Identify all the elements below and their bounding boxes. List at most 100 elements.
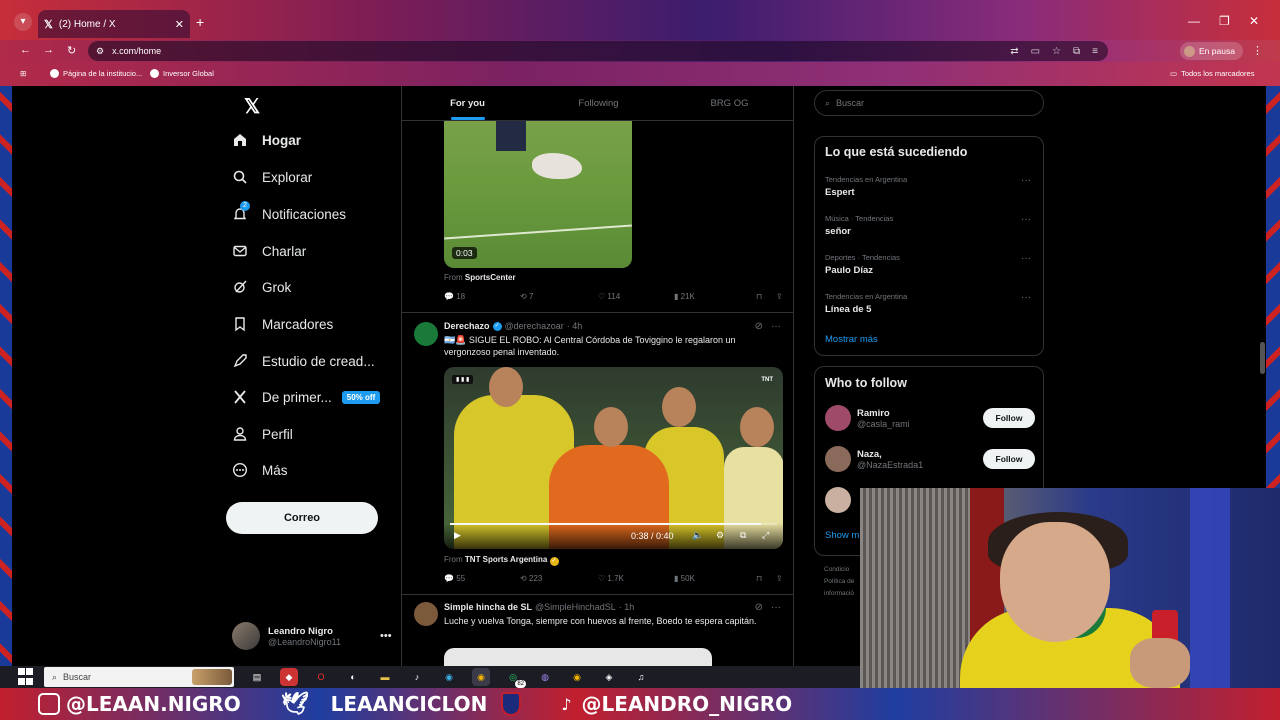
cast-icon[interactable]: ▭	[1031, 46, 1040, 57]
like-button[interactable]: ♡ 1.7K	[598, 574, 674, 583]
tweet-more-icon[interactable]: ···	[771, 321, 781, 332]
footer-link[interactable]: informació	[824, 588, 854, 600]
tweet-avatar[interactable]	[414, 322, 438, 346]
apps-icon[interactable]: ⊞	[20, 69, 26, 78]
tweet-author[interactable]: Derechazo	[444, 321, 490, 331]
task-view-icon[interactable]: ▤	[248, 668, 266, 686]
footer-link[interactable]: Política de	[824, 576, 854, 588]
app-icon[interactable]: ◐	[344, 668, 362, 686]
sidebar-item-more[interactable]: Más	[232, 462, 288, 478]
trend-more-icon[interactable]: ···	[1021, 214, 1031, 225]
play-icon[interactable]: ▶	[454, 530, 461, 541]
tweet-time[interactable]: · 4h	[567, 321, 583, 331]
trend-item[interactable]: Tendencias en Argentina Línea de 5 ···	[825, 292, 1035, 315]
sidebar-item-home[interactable]: Hogar	[232, 132, 301, 148]
settings-icon[interactable]: ⚙	[716, 530, 724, 541]
tweet-video[interactable]: 0:03	[444, 111, 632, 268]
tab-for-you[interactable]: For you	[402, 86, 533, 120]
trend-more-icon[interactable]: ···	[1021, 175, 1031, 186]
forward-icon[interactable]: →	[43, 44, 54, 56]
tweet-image[interactable]	[444, 648, 712, 666]
translate-icon[interactable]: ⇄	[1010, 46, 1018, 57]
profile-button[interactable]: En pausa	[1180, 42, 1243, 60]
windows-start-icon[interactable]	[18, 668, 36, 686]
tweet-more-icon[interactable]: ···	[771, 602, 781, 613]
volume-icon[interactable]: 🔈	[692, 530, 703, 541]
share-button[interactable]: ⇪	[776, 574, 783, 583]
pip-icon[interactable]: ⧉	[740, 530, 746, 541]
like-button[interactable]: ♡ 114	[598, 292, 674, 301]
sidebar-item-messages[interactable]: Charlar	[232, 243, 306, 259]
extensions-icon[interactable]: ⧉	[1073, 46, 1080, 57]
views-button[interactable]: ▮ 50K	[674, 574, 756, 583]
whatsapp-icon[interactable]: ◎ 82	[504, 668, 526, 688]
sidebar-item-notifications[interactable]: 2 Notificaciones	[232, 201, 346, 222]
grok-explain-icon[interactable]: ⊘	[755, 602, 763, 613]
trend-more-icon[interactable]: ···	[1021, 253, 1031, 264]
share-button[interactable]: ⇪	[776, 292, 783, 301]
minimize-icon[interactable]: —	[1188, 14, 1200, 28]
tweet-video[interactable]: ▮ ▮ ▮ TNT ▶ 0:38 / 0:40 🔈 ⚙ ⧉ ⤢	[444, 367, 783, 549]
copilot-icon[interactable]: ◆	[280, 668, 298, 686]
tweet-author[interactable]: Simple hincha de SL	[444, 602, 532, 612]
reload-icon[interactable]: ↻	[67, 44, 76, 57]
trend-item[interactable]: Tendencias en Argentina Espert ···	[825, 175, 1035, 198]
address-bar[interactable]: ⚙ x.com/home ⇄ ▭ ☆ ⧉ ≡	[88, 41, 1108, 61]
repost-button[interactable]: ⟲ 223	[520, 574, 598, 583]
obs-icon[interactable]: ◍	[536, 668, 554, 686]
tweet-handle[interactable]: @SimpleHinchadSL	[535, 602, 616, 612]
bookmark-item-1[interactable]: Página de la institucio...	[50, 69, 142, 78]
new-tab-icon[interactable]: +	[196, 15, 204, 29]
search-input[interactable]: ⌕ Buscar	[814, 90, 1044, 116]
browser-tab[interactable]: 𝕏 (2) Home / X ✕	[38, 10, 190, 38]
follow-suggestion[interactable]: Ramiro @casla_rami Follow	[825, 405, 1035, 431]
tab-search-icon[interactable]: ▾	[14, 13, 32, 31]
tweet-avatar[interactable]	[414, 602, 438, 626]
follow-button[interactable]: Follow	[983, 449, 1035, 469]
grok-explain-icon[interactable]: ⊘	[755, 321, 763, 332]
chrome-icon[interactable]: ◉	[472, 668, 490, 686]
follow-suggestion[interactable]: Naza, @NazaEstrada1 Follow	[825, 446, 1035, 472]
tiktok-icon[interactable]: ♪	[408, 668, 426, 686]
repost-button[interactable]: ⟲ 7	[520, 292, 598, 301]
show-more-link[interactable]: Show m	[825, 530, 859, 541]
bookmark-button[interactable]: ⊓	[756, 292, 776, 301]
browser-menu-icon[interactable]: ⋮	[1252, 44, 1263, 57]
video-source[interactable]: From TNT Sports Argentina ✓	[444, 555, 559, 566]
app-icon[interactable]: ◈	[600, 668, 618, 686]
tiktok-icon[interactable]: ♫	[632, 668, 650, 686]
opera-icon[interactable]: O	[312, 668, 330, 686]
taskbar-search[interactable]: ⌕ Buscar	[44, 667, 234, 687]
all-bookmarks[interactable]: ▭ Todos los marcadores	[1170, 69, 1254, 78]
trend-item[interactable]: Música · Tendencias señor ···	[825, 214, 1035, 237]
sidebar-item-premium[interactable]: De primer... 50% off	[232, 389, 381, 405]
sidebar-item-bookmarks[interactable]: Marcadores	[232, 316, 333, 332]
show-more-link[interactable]: Mostrar más	[825, 334, 878, 345]
sidebar-item-creator-studio[interactable]: Estudio de cread...	[232, 353, 375, 369]
fullscreen-icon[interactable]: ⤢	[762, 530, 769, 541]
file-explorer-icon[interactable]: ▬	[376, 668, 394, 686]
media-icon[interactable]: ≡	[1092, 46, 1098, 57]
trend-more-icon[interactable]: ···	[1021, 292, 1031, 303]
restore-icon[interactable]: ❐	[1219, 14, 1230, 28]
account-switcher[interactable]: Leandro Nigro @LeandroNigro11 •••	[232, 622, 392, 650]
tab-brg-og[interactable]: BRG OG	[664, 86, 793, 120]
footer-link[interactable]: Condicio	[824, 564, 854, 576]
account-more-icon[interactable]: •••	[380, 630, 392, 642]
bookmark-item-2[interactable]: Inversor Global	[150, 69, 214, 78]
tab-close-icon[interactable]: ✕	[175, 18, 184, 31]
tweet-handle[interactable]: @derechazoar	[505, 321, 564, 331]
tab-following[interactable]: Following	[533, 86, 664, 120]
sidebar-item-explore[interactable]: Explorar	[232, 169, 312, 185]
sidebar-item-profile[interactable]: Perfil	[232, 426, 293, 442]
post-button[interactable]: Correo	[226, 502, 378, 534]
reply-button[interactable]: 💬 55	[444, 574, 520, 583]
bookmark-button[interactable]: ⊓	[756, 574, 776, 583]
x-logo-icon[interactable]: 𝕏	[244, 94, 260, 119]
chrome-icon[interactable]: ◉	[568, 668, 586, 686]
back-icon[interactable]: ←	[20, 44, 31, 56]
trend-item[interactable]: Deportes · Tendencias Paulo Díaz ···	[825, 253, 1035, 276]
reply-button[interactable]: 💬 18	[444, 292, 520, 301]
tweet-time[interactable]: · 1h	[619, 602, 635, 612]
sidebar-item-grok[interactable]: Grok	[232, 279, 291, 295]
